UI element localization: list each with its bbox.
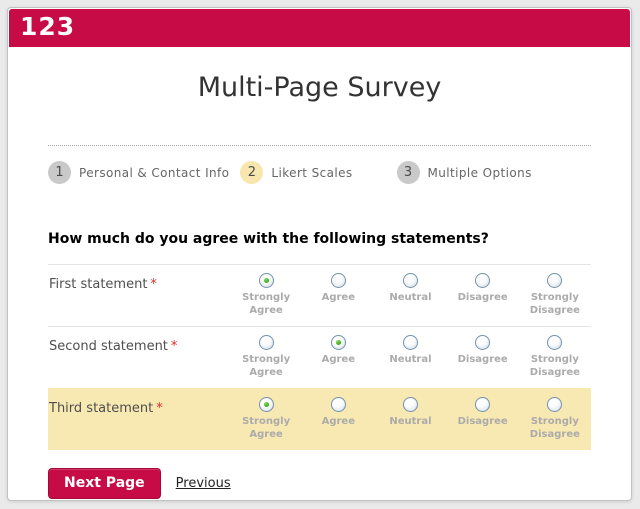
radio-agree[interactable] [330, 273, 346, 288]
dotted-separator [48, 145, 591, 146]
step-3-multiple-options[interactable]: 3 Multiple Options [396, 161, 532, 184]
option-label: Disagree [457, 354, 508, 365]
radio-strongly-agree[interactable] [258, 397, 274, 412]
step-3-number-badge: 3 [396, 161, 420, 184]
option-strongly-agree[interactable]: Strongly Agree [230, 335, 302, 379]
next-page-button[interactable]: Next Page [48, 468, 161, 499]
option-label: Disagree [457, 416, 508, 427]
likert-row-third-statement: Third statement * Strongly Agree Agree N… [48, 388, 591, 450]
option-label: Strongly Agree [242, 292, 291, 316]
radio-strongly-disagree[interactable] [547, 397, 563, 412]
option-disagree[interactable]: Disagree [447, 335, 519, 379]
step-2-number-badge: 2 [240, 161, 264, 184]
step-1-label: Personal & Contact Info [79, 165, 230, 180]
option-strongly-disagree[interactable]: Strongly Disagree [519, 397, 591, 441]
radio-strongly-disagree[interactable] [547, 273, 563, 288]
statement-label: Second statement * [48, 335, 230, 379]
option-agree[interactable]: Agree [302, 273, 374, 317]
likert-options: Strongly Agree Agree Neutral Disagree St… [230, 397, 591, 441]
option-label: Strongly Disagree [529, 292, 580, 316]
statement-text: First statement [49, 277, 148, 292]
option-agree[interactable]: Agree [302, 335, 374, 379]
option-label: Disagree [457, 292, 508, 303]
radio-neutral[interactable] [402, 335, 418, 350]
form-container: 123 Multi-Page Survey 1 Personal & Conta… [7, 7, 632, 501]
header-bar: 123 [9, 9, 630, 47]
option-label: Neutral [389, 416, 432, 427]
option-neutral[interactable]: Neutral [374, 273, 446, 317]
option-label: Strongly Disagree [529, 354, 580, 378]
option-neutral[interactable]: Neutral [374, 397, 446, 441]
step-1-personal-contact-info[interactable]: 1 Personal & Contact Info [48, 161, 229, 184]
option-strongly-disagree[interactable]: Strongly Disagree [519, 335, 591, 379]
radio-disagree[interactable] [475, 335, 491, 350]
statement-label: Third statement * [48, 397, 230, 441]
step-2-likert-scales[interactable]: 2 Likert Scales [240, 161, 352, 184]
previous-link[interactable]: Previous [176, 476, 231, 491]
radio-neutral[interactable] [402, 397, 418, 412]
brand-logo-123: 123 [20, 12, 76, 41]
radio-agree[interactable] [330, 397, 346, 412]
option-agree[interactable]: Agree [302, 397, 374, 441]
step-1-number-badge: 1 [48, 161, 71, 184]
option-strongly-agree[interactable]: Strongly Agree [230, 397, 302, 441]
likert-table: First statement * Strongly Agree Agree N… [48, 264, 591, 450]
radio-neutral[interactable] [402, 273, 418, 288]
radio-agree[interactable] [330, 335, 346, 350]
form-content: Multi-Page Survey 1 Personal & Contact I… [8, 72, 631, 499]
required-asterisk: * [156, 401, 163, 416]
step-2-label: Likert Scales [271, 165, 353, 180]
progress-steps: 1 Personal & Contact Info 2 Likert Scale… [48, 161, 591, 184]
option-strongly-agree[interactable]: Strongly Agree [230, 273, 302, 317]
statement-label: First statement * [48, 273, 230, 317]
radio-strongly-agree[interactable] [258, 335, 274, 350]
option-disagree[interactable]: Disagree [447, 273, 519, 317]
likert-row-second-statement: Second statement* Strongly Agree Agree [48, 326, 591, 388]
form-navigation: Next Page Previous [48, 468, 591, 499]
option-label: Agree [321, 292, 355, 303]
required-asterisk: * [170, 339, 178, 354]
page-title: Multi-Page Survey [197, 72, 442, 103]
option-label: Agree [321, 354, 355, 365]
required-asterisk: * [150, 277, 157, 292]
option-label: Neutral [389, 292, 432, 303]
likert-options: Strongly Agree Agree Neutral Disagree St… [230, 335, 591, 379]
option-strongly-disagree[interactable]: Strongly Disagree [519, 273, 591, 317]
likert-options: Strongly Agree Agree Neutral Disagree St… [230, 273, 591, 317]
option-label: Neutral [389, 354, 432, 365]
radio-disagree[interactable] [475, 273, 491, 288]
step-3-label: Multiple Options [427, 165, 532, 180]
radio-disagree[interactable] [475, 397, 491, 412]
likert-row-first-statement: First statement * Strongly Agree Agree N… [48, 264, 591, 326]
option-disagree[interactable]: Disagree [447, 397, 519, 441]
statement-text: Second statement [49, 339, 168, 354]
option-label: Strongly Agree [242, 416, 291, 440]
statement-text: Third statement [49, 401, 154, 416]
radio-strongly-agree[interactable] [258, 273, 274, 288]
option-neutral[interactable]: Neutral [374, 335, 446, 379]
option-label: Strongly Agree [242, 354, 291, 378]
page-background: 123 Multi-Page Survey 1 Personal & Conta… [0, 0, 640, 509]
radio-strongly-disagree[interactable] [547, 335, 563, 350]
option-label: Agree [321, 416, 355, 427]
option-label: Strongly Disagree [529, 416, 580, 440]
question-heading: How much do you agree with the following… [48, 231, 489, 247]
